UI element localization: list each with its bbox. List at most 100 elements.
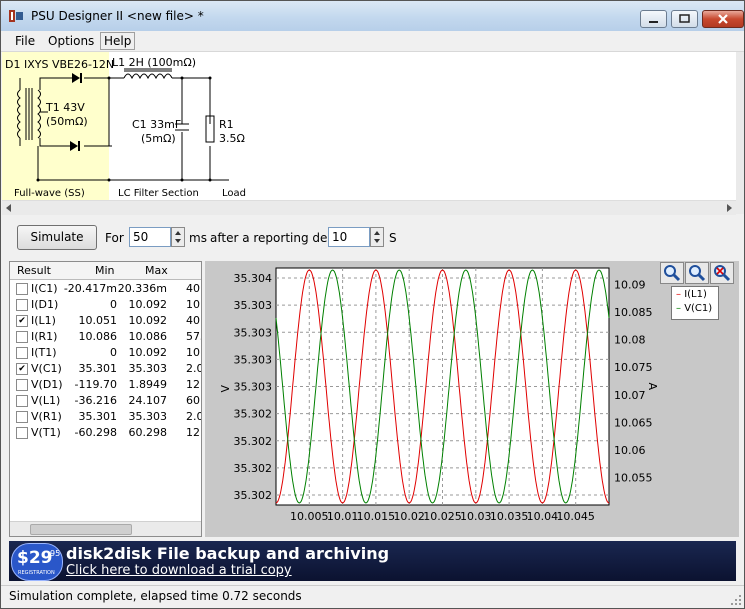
- delay-spinner[interactable]: [370, 227, 384, 247]
- y-right-tick-label: 10.065: [614, 416, 653, 429]
- banner-download-link[interactable]: Click here to download a trial copy: [66, 563, 292, 578]
- result-checkbox[interactable]: [16, 379, 28, 391]
- result-row[interactable]: V(T1) -60.298 60.298 12: [10, 424, 201, 441]
- result-min: 0: [110, 298, 117, 311]
- scroll-thumb[interactable]: [30, 524, 132, 535]
- minimize-button[interactable]: [640, 10, 667, 28]
- menu-options[interactable]: Options: [45, 33, 97, 49]
- schematic-panel[interactable]: D1 IXYS VBE26-12N T1 43V (50mΩ) L1 2H (1…: [2, 52, 736, 200]
- simulate-button[interactable]: Simulate: [17, 225, 97, 250]
- zoom-in-icon: [664, 265, 681, 282]
- result-name: V(T1): [31, 426, 61, 439]
- x-tick-label: 10.015: [357, 510, 396, 523]
- result-checkbox[interactable]: [16, 411, 28, 423]
- result-min: -60.298: [74, 426, 117, 439]
- results-horizontal-scrollbar[interactable]: [10, 521, 201, 536]
- result-checkbox[interactable]: [16, 283, 28, 295]
- waveform-chart[interactable]: 10.005 10.01 10.015 10.02 10.025 10.03 10.035 1…: [205, 261, 739, 537]
- x-tick-label: 10.045: [556, 510, 595, 523]
- status-bar: Simulation complete, elapsed time 0.72 s…: [1, 585, 744, 608]
- results-list[interactable]: Result Min Max I(C1)-20.417m20.336m40.7I…: [9, 261, 202, 537]
- result-max: 1.8949: [128, 378, 168, 391]
- result-checkbox[interactable]: ✔: [16, 315, 28, 327]
- scroll-left-icon[interactable]: [2, 201, 16, 215]
- load-resistor-label: R1: [219, 118, 234, 131]
- result-checkbox[interactable]: [16, 299, 28, 311]
- result-extra: 12: [186, 426, 200, 439]
- legend-item-1: – I(L1): [676, 289, 707, 300]
- result-name: V(D1): [31, 378, 63, 391]
- y-right-tick-label: 10.075: [614, 361, 653, 374]
- y-left-tick-label: 35.302: [234, 462, 273, 475]
- y-left-tick-label: 35.303: [234, 353, 273, 366]
- result-checkbox[interactable]: [16, 395, 28, 407]
- load-value-label: 3.5Ω: [219, 132, 245, 145]
- capacitor-label: C1 33mF: [132, 118, 182, 131]
- y-right-tick-label: 10.085: [614, 306, 653, 319]
- result-name: V(R1): [31, 410, 62, 423]
- x-tick-label: 10.03: [460, 510, 492, 523]
- app-icon: [9, 10, 23, 22]
- transformer-label: T1 43V: [46, 101, 85, 114]
- s-label: S: [389, 231, 397, 245]
- for-label: For: [105, 231, 124, 245]
- result-row[interactable]: ✔I(L1) 10.051 10.092 40.7: [10, 312, 201, 329]
- result-name: I(C1): [31, 282, 58, 295]
- close-button[interactable]: [702, 10, 744, 28]
- title-bar[interactable]: PSU Designer II <new file> *: [1, 1, 744, 32]
- result-row[interactable]: I(C1) -20.417m20.336m 40.7: [10, 280, 201, 297]
- zoom-reset-icon: [714, 265, 731, 282]
- close-icon: [718, 14, 728, 24]
- header-max[interactable]: Max: [145, 264, 168, 277]
- scroll-right-icon[interactable]: [722, 201, 736, 215]
- result-max: 60.298: [128, 426, 168, 439]
- spin-arrows-icon: [175, 231, 181, 243]
- x-tick-label: 10.035: [490, 510, 528, 523]
- menu-file[interactable]: File: [12, 33, 38, 49]
- result-extra: 2.01: [186, 410, 201, 423]
- result-row[interactable]: I(R1) 10.086 10.086 575.: [10, 328, 201, 345]
- result-min: -119.70: [74, 378, 117, 391]
- result-name: I(D1): [31, 298, 59, 311]
- delay-input[interactable]: 10: [328, 227, 370, 247]
- result-min: 0: [110, 346, 117, 359]
- duration-spinner[interactable]: [171, 227, 185, 247]
- result-max: 10.092: [128, 298, 168, 311]
- result-checkbox[interactable]: [16, 331, 28, 343]
- schematic-horizontal-scrollbar[interactable]: [2, 200, 736, 215]
- zoom-reset-button[interactable]: [710, 262, 734, 284]
- result-min: 10.086: [78, 330, 118, 343]
- resize-grip-icon[interactable]: [730, 594, 742, 606]
- maximize-button[interactable]: [671, 10, 698, 28]
- duration-input[interactable]: 50: [129, 227, 171, 247]
- result-max: 24.107: [128, 394, 168, 407]
- zoom-out-button[interactable]: [685, 262, 709, 284]
- menu-help[interactable]: Help: [100, 32, 136, 50]
- result-row[interactable]: V(R1) 35.301 35.303 2.01: [10, 408, 201, 425]
- price-main: $29: [17, 548, 53, 568]
- x-tick-label: 10.025: [423, 510, 462, 523]
- y-left-tick-label: 35.302: [234, 435, 273, 448]
- result-row[interactable]: I(T1) 0 10.092 10.: [10, 344, 201, 361]
- zoom-in-button[interactable]: [660, 262, 684, 284]
- x-tick-label: 10.005: [290, 510, 329, 523]
- result-checkbox[interactable]: ✔: [16, 363, 28, 375]
- result-max: 35.303: [128, 410, 168, 423]
- banner-headline: disk2disk File backup and archiving: [66, 544, 390, 563]
- y-left-tick-label: 35.302: [234, 408, 273, 421]
- simulation-toolbar: Simulate For 50 ms after a reporting del…: [2, 219, 743, 257]
- result-row[interactable]: V(D1) -119.70 1.8949 12: [10, 376, 201, 393]
- result-checkbox[interactable]: [16, 347, 28, 359]
- result-row[interactable]: I(D1) 0 10.092 10.: [10, 296, 201, 313]
- result-checkbox[interactable]: [16, 427, 28, 439]
- header-result[interactable]: Result: [17, 264, 51, 277]
- result-row[interactable]: ✔V(C1) 35.301 35.303 2.01: [10, 360, 201, 377]
- result-min: -36.216: [74, 394, 117, 407]
- result-name: V(C1): [31, 362, 62, 375]
- result-min: 35.301: [78, 362, 118, 375]
- result-name: I(L1): [31, 314, 56, 327]
- ad-banner[interactable]: $29 95 REGISTRATION disk2disk File backu…: [9, 541, 736, 581]
- header-min[interactable]: Min: [95, 264, 115, 277]
- result-row[interactable]: V(L1) -36.216 24.107 60.: [10, 392, 201, 409]
- result-name: I(T1): [31, 346, 57, 359]
